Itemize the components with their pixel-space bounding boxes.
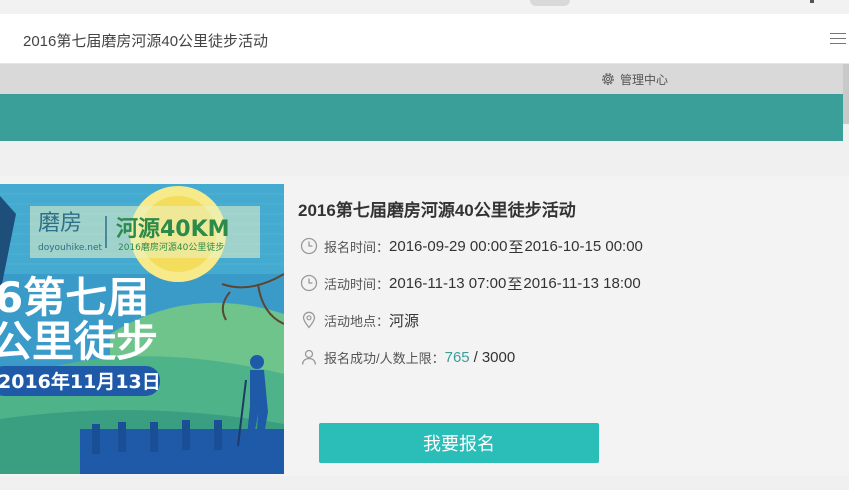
event-card: 磨房 doyouhike.net 河源40KM 2016磨房河源40公里徒步 6… — [0, 176, 849, 476]
svg-text:公里徒步: 公里徒步 — [0, 317, 158, 366]
svg-text:2016磨房河源40公里徒步: 2016磨房河源40公里徒步 — [118, 241, 224, 253]
svg-text:6第七届: 6第七届 — [0, 273, 149, 322]
page-title: 2016第七届磨房河源40公里徒步活动 — [23, 33, 269, 50]
signup-time-end: 2016-10-15 00:00 — [524, 237, 643, 255]
event-poster: 磨房 doyouhike.net 河源40KM 2016磨房河源40公里徒步 6… — [0, 184, 284, 474]
capacity-row: 报名成功/人数上限： 765 / 3000 — [300, 347, 515, 367]
title-bar: 2016第七届磨房河源40公里徒步活动 — [0, 14, 849, 64]
location-label: 活动地点： — [324, 313, 390, 329]
top-dot — [810, 0, 814, 3]
svg-text:doyouhike.net: doyouhike.net — [38, 243, 102, 253]
activity-time-separator: 至 — [507, 275, 523, 293]
user-icon — [301, 349, 317, 365]
capacity-divider: / — [473, 348, 478, 366]
svg-text:2016年11月13日: 2016年11月13日 — [0, 370, 161, 393]
capacity-limit: 3000 — [481, 348, 516, 366]
activity-time-row: 活动时间： 2016-11-13 07:00 至 2016-11-13 18:0… — [300, 273, 641, 293]
registered-count: 765 — [444, 348, 470, 366]
admin-bar: 管理中心 — [0, 64, 849, 94]
header-band — [0, 94, 843, 141]
menu-icon[interactable] — [830, 33, 846, 45]
signup-time-row: 报名时间： 2016-09-29 00:00 至 2016-10-15 00:0… — [300, 236, 643, 256]
top-decoration — [530, 0, 570, 6]
capacity-label: 报名成功/人数上限： — [324, 350, 445, 366]
clock-icon — [300, 237, 318, 255]
location-value: 河源 — [389, 312, 420, 330]
admin-center-label: 管理中心 — [620, 72, 669, 87]
signup-button[interactable]: 我要报名 — [319, 423, 599, 463]
signup-time-start: 2016-09-29 00:00 — [389, 237, 508, 255]
top-strip — [0, 0, 849, 14]
svg-text:磨房: 磨房 — [38, 211, 82, 236]
signup-time-label: 报名时间： — [324, 239, 390, 255]
scrollbar-thumb[interactable] — [843, 64, 849, 124]
gear-icon — [602, 73, 614, 85]
signup-time-separator: 至 — [508, 238, 524, 256]
event-title: 2016第七届磨房河源40公里徒步活动 — [298, 201, 576, 220]
svg-text:河源40KM: 河源40KM — [116, 217, 230, 242]
admin-center-link[interactable]: 管理中心 — [600, 70, 668, 88]
activity-time-label: 活动时间： — [324, 276, 390, 292]
location-row: 活动地点： 河源 — [300, 310, 419, 330]
activity-time-start: 2016-11-13 07:00 — [389, 274, 507, 292]
location-pin-icon — [302, 311, 316, 329]
activity-time-end: 2016-11-13 18:00 — [523, 274, 641, 292]
clock-icon — [300, 274, 318, 292]
